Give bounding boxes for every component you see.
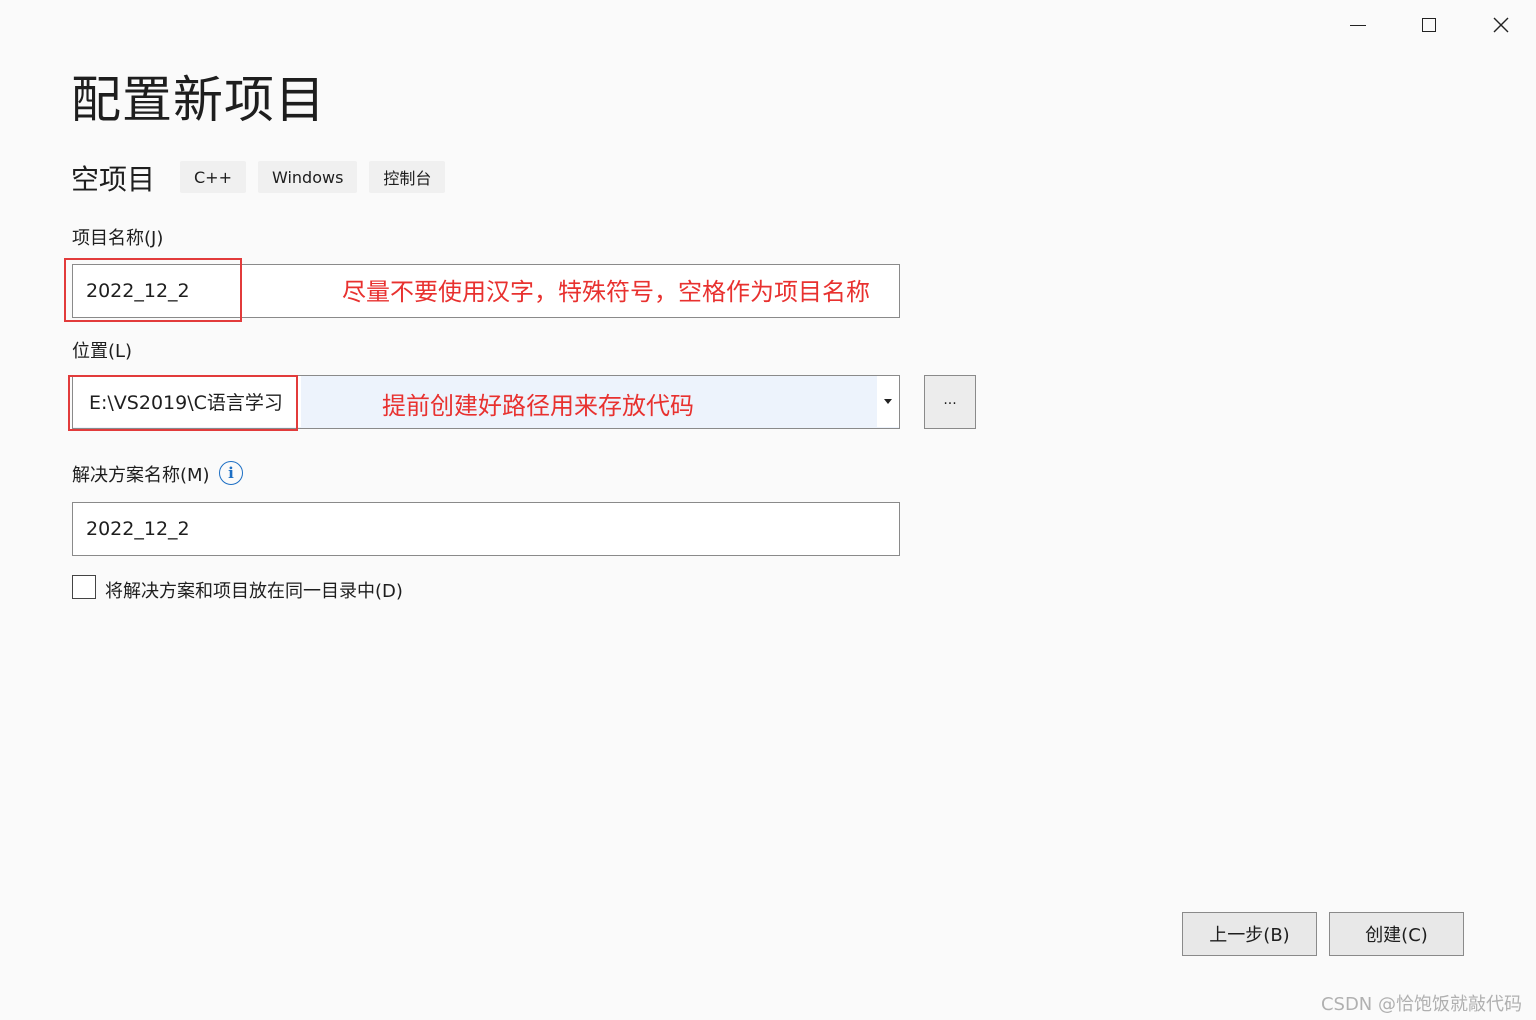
solution-name-value: 2022_12_2 — [86, 518, 190, 540]
annotation-location-note: 提前创建好路径用来存放代码 — [382, 392, 694, 420]
solution-name-input[interactable]: 2022_12_2 — [72, 502, 900, 556]
chevron-down-icon — [884, 399, 892, 404]
project-name-label: 项目名称(J) — [72, 228, 164, 249]
minimize-button[interactable] — [1322, 0, 1394, 50]
location-label: 位置(L) — [72, 341, 133, 362]
maximize-button[interactable] — [1393, 0, 1465, 50]
back-button[interactable]: 上一步(B) — [1182, 912, 1317, 956]
tag-cpp: C++ — [180, 161, 246, 193]
close-button[interactable] — [1465, 0, 1536, 50]
template-name: 空项目 — [71, 163, 156, 196]
same-directory-checkbox[interactable] — [72, 575, 96, 599]
browse-button[interactable]: ... — [924, 375, 976, 429]
location-dropdown-button[interactable] — [877, 376, 899, 427]
same-directory-label[interactable]: 将解决方案和项目放在同一目录中(D) — [105, 577, 403, 603]
watermark: CSDN @恰饱饭就敲代码 — [1320, 994, 1522, 1015]
annotation-box-location — [68, 375, 298, 431]
tag-console: 控制台 — [369, 161, 446, 193]
configure-project-window: 配置新项目 空项目 C++ Windows 控制台 项目名称(J) 2022_1… — [0, 0, 1536, 1020]
create-button[interactable]: 创建(C) — [1329, 912, 1464, 956]
info-icon[interactable]: i — [219, 461, 243, 485]
annotation-project-name-note: 尽量不要使用汉字，特殊符号，空格作为项目名称 — [342, 278, 870, 306]
close-icon — [1493, 17, 1509, 33]
page-title: 配置新项目 — [71, 71, 326, 129]
annotation-box-project-name — [64, 258, 242, 322]
minimize-icon — [1350, 24, 1366, 26]
tag-windows: Windows — [257, 161, 358, 193]
template-tags: C++ Windows 控制台 — [180, 161, 446, 193]
maximize-icon — [1422, 18, 1436, 32]
solution-name-label: 解决方案名称(M) — [72, 465, 210, 486]
